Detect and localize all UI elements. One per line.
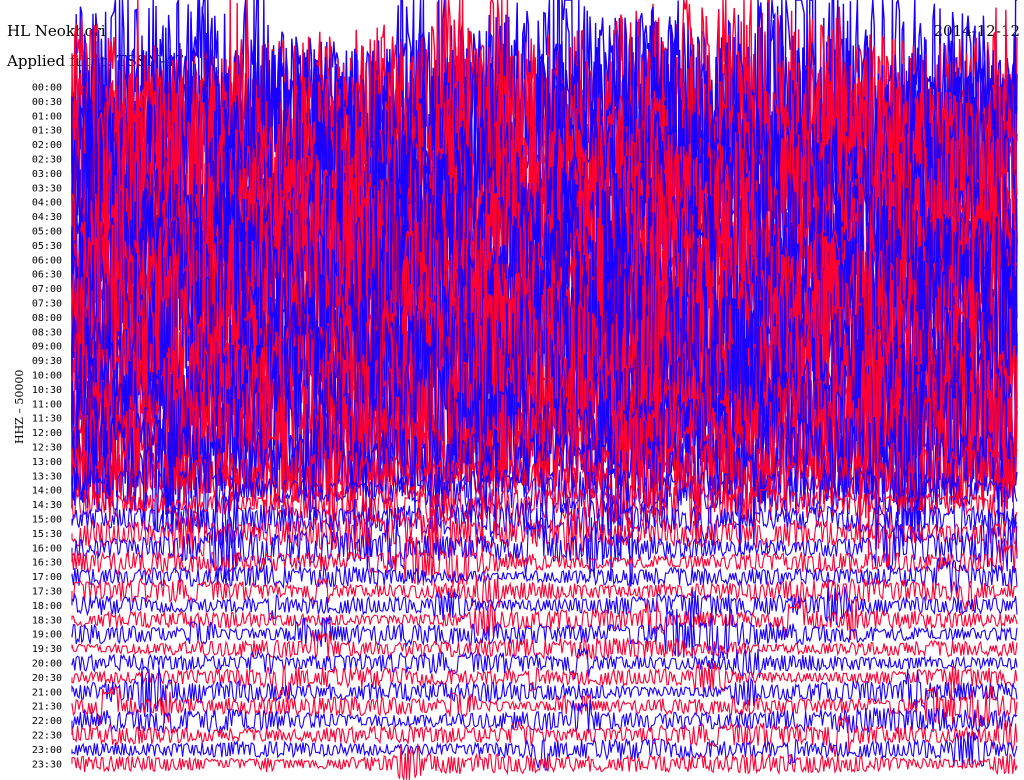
tick-label: 06:00: [32, 255, 62, 266]
tick-label: 21:00: [32, 687, 62, 698]
tick-label: 10:30: [32, 385, 62, 396]
tick-label: 23:00: [32, 745, 62, 756]
tick-label: 16:30: [32, 558, 62, 569]
tick-label: 15:30: [32, 529, 62, 540]
tick-label: 02:30: [32, 155, 62, 166]
tick-label: 14:00: [32, 486, 62, 497]
tick-label: 03:00: [32, 169, 62, 180]
tick-label: 09:00: [32, 342, 62, 353]
tick-label: 20:00: [32, 659, 62, 670]
tick-label: 19:00: [32, 630, 62, 641]
tick-label: 20:30: [32, 673, 62, 684]
tick-label: 11:30: [32, 414, 62, 425]
tick-label: 19:30: [32, 644, 62, 655]
tick-label: 17:30: [32, 587, 62, 598]
tick-label: 14:30: [32, 500, 62, 511]
tick-label: 05:00: [32, 227, 62, 238]
tick-label: 00:30: [32, 97, 62, 108]
tick-label: 11:00: [32, 399, 62, 410]
tick-label: 02:00: [32, 140, 62, 151]
seismic-traces: [71, 0, 1018, 780]
tick-label: 06:30: [32, 270, 62, 281]
tick-label: 01:30: [32, 126, 62, 137]
tick-label: 04:00: [32, 198, 62, 209]
tick-label: 23:30: [32, 759, 62, 770]
tick-label: 21:30: [32, 702, 62, 713]
tick-label: 16:00: [32, 543, 62, 554]
tick-label: 07:30: [32, 299, 62, 310]
tick-label: 00:00: [32, 83, 62, 94]
tick-label: 12:30: [32, 443, 62, 454]
trace-2100: [71, 666, 1018, 717]
tick-label: 08:30: [32, 327, 62, 338]
tick-label: 17:00: [32, 572, 62, 583]
helicorder-plot: 00:00 00:30 01:00 01:30 02:00 02:30 03:00 03:30…: [32, 0, 1018, 780]
tick-label: 03:30: [32, 183, 62, 194]
trace-2130: [71, 685, 1018, 728]
tick-label: 04:30: [32, 212, 62, 223]
tick-label: 18:30: [32, 615, 62, 626]
time-tick-labels: 00:00 00:30 01:00 01:30 02:00 02:30 03:00 03:30…: [32, 83, 62, 771]
trace-2200: [71, 699, 1018, 735]
tick-label: 10:00: [32, 371, 62, 382]
tick-label: 12:00: [32, 428, 62, 439]
tick-label: 18:00: [32, 601, 62, 612]
tick-label: 07:00: [32, 284, 62, 295]
tick-label: 13:00: [32, 457, 62, 468]
tick-label: 15:00: [32, 515, 62, 526]
tick-label: 22:30: [32, 731, 62, 742]
tick-label: 22:00: [32, 716, 62, 727]
tick-label: 01:00: [32, 111, 62, 122]
tick-label: 05:30: [32, 241, 62, 252]
tick-label: 08:00: [32, 313, 62, 324]
tick-label: 13:30: [32, 471, 62, 482]
tick-label: 09:30: [32, 356, 62, 367]
